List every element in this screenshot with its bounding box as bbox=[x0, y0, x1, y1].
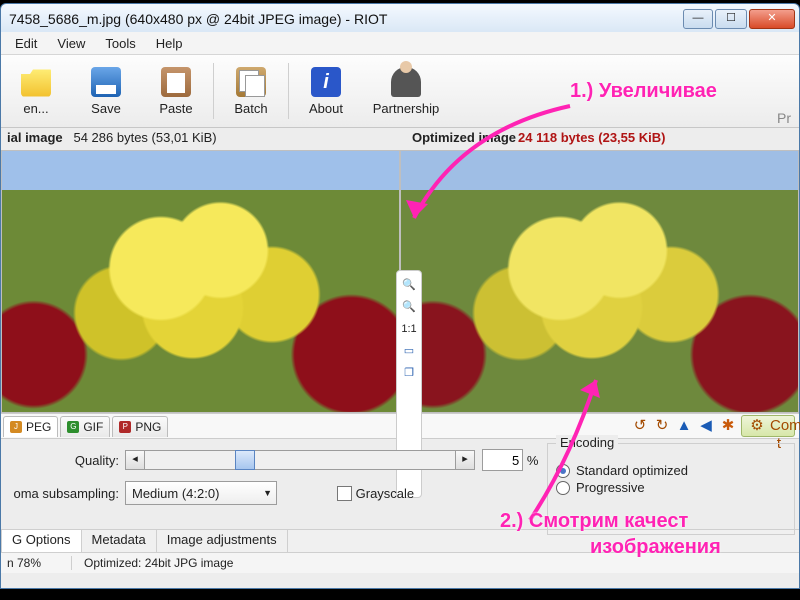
grayscale-label: Grayscale bbox=[356, 486, 415, 501]
chroma-label: oma subsampling: bbox=[7, 486, 119, 501]
slider-thumb[interactable] bbox=[235, 450, 255, 470]
tab-jpeg[interactable]: JPEG bbox=[3, 416, 58, 437]
save-button[interactable]: Save bbox=[71, 55, 141, 127]
rotate-cw-icon[interactable]: ↻ bbox=[653, 417, 671, 435]
minimize-button[interactable]: — bbox=[683, 9, 713, 29]
tab-gif-label: GIF bbox=[83, 420, 103, 434]
flip-v-icon[interactable]: ◀ bbox=[697, 417, 715, 435]
annotation-2: 2.) Смотрим качест bbox=[500, 510, 688, 533]
about-button[interactable]: i About bbox=[291, 55, 361, 127]
quality-label: Quality: bbox=[7, 453, 119, 468]
compress-label: Compress t bbox=[770, 417, 788, 435]
flip-h-icon[interactable]: ▲ bbox=[675, 417, 693, 435]
quality-slider[interactable]: ◂ ▸ bbox=[125, 450, 475, 470]
dual-view-button[interactable]: ❐ bbox=[400, 365, 418, 381]
compress-button[interactable]: ⚙ Compress t bbox=[741, 415, 795, 437]
save-icon bbox=[91, 67, 121, 97]
annotation-arrow-2 bbox=[500, 370, 620, 530]
menu-view[interactable]: View bbox=[47, 34, 95, 53]
initial-image-pane[interactable] bbox=[1, 150, 400, 413]
batch-label: Batch bbox=[234, 101, 267, 116]
paste-label: Paste bbox=[159, 101, 192, 116]
pr-label: Pr bbox=[777, 110, 791, 126]
paste-icon bbox=[161, 67, 191, 97]
batch-icon bbox=[236, 67, 266, 97]
initial-image-label: ial image bbox=[7, 130, 63, 145]
tab-png[interactable]: PPNG bbox=[112, 416, 168, 437]
tab-image-adjustments[interactable]: Image adjustments bbox=[157, 530, 288, 552]
menu-bar: Edit View Tools Help bbox=[1, 32, 799, 55]
slider-track[interactable] bbox=[145, 450, 455, 470]
batch-button[interactable]: Batch bbox=[216, 55, 286, 127]
save-label: Save bbox=[91, 101, 121, 116]
compress-icon: ⚙ bbox=[748, 417, 766, 435]
annotation-2b: изображения bbox=[590, 536, 721, 559]
grayscale-checkbox[interactable] bbox=[337, 486, 352, 501]
zoom-out-icon[interactable]: 🔍 bbox=[400, 299, 418, 315]
toolbar-separator bbox=[213, 63, 214, 119]
about-icon: i bbox=[311, 67, 341, 97]
chroma-value: Medium (4:2:0) bbox=[132, 486, 219, 501]
slider-dec-button[interactable]: ◂ bbox=[125, 450, 145, 470]
window-title: 7458_5686_m.jpg (640x480 px @ 24bit JPEG… bbox=[1, 11, 683, 27]
chevron-down-icon: ▼ bbox=[263, 488, 272, 498]
zoom-actual-button[interactable]: 1:1 bbox=[400, 321, 418, 337]
rotate-ccw-icon[interactable]: ↺ bbox=[631, 417, 649, 435]
status-zoom: n 78% bbox=[7, 556, 41, 570]
open-button[interactable]: en... bbox=[1, 55, 71, 127]
tab-gif[interactable]: GGIF bbox=[60, 416, 110, 437]
image-op-toolbar: ↺ ↻ ▲ ◀ ✱ ⚙ Compress t bbox=[631, 415, 795, 437]
menu-tools[interactable]: Tools bbox=[95, 34, 145, 53]
tab-jpeg-label: PEG bbox=[26, 420, 51, 434]
folder-icon bbox=[21, 67, 51, 97]
settings-icon[interactable]: ✱ bbox=[719, 417, 737, 435]
toolbar-separator bbox=[288, 63, 289, 119]
close-button[interactable]: ✕ bbox=[749, 9, 795, 29]
slider-inc-button[interactable]: ▸ bbox=[455, 450, 475, 470]
person-icon bbox=[391, 67, 421, 97]
annotation-arrow-1 bbox=[400, 100, 610, 240]
window-titlebar: 7458_5686_m.jpg (640x480 px @ 24bit JPEG… bbox=[0, 3, 800, 33]
about-label: About bbox=[309, 101, 343, 116]
zoom-fit-button[interactable]: ▭ bbox=[400, 343, 418, 359]
initial-image-size: 54 286 bytes (53,01 KiB) bbox=[73, 130, 216, 145]
tab-png-label: PNG bbox=[135, 420, 161, 434]
tab-metadata[interactable]: Metadata bbox=[82, 530, 157, 552]
menu-edit[interactable]: Edit bbox=[5, 34, 47, 53]
paste-button[interactable]: Paste bbox=[141, 55, 211, 127]
chroma-select[interactable]: Medium (4:2:0) ▼ bbox=[125, 481, 277, 505]
menu-help[interactable]: Help bbox=[146, 34, 193, 53]
open-label: en... bbox=[23, 101, 48, 116]
annotation-1: 1.) Увеличивае bbox=[570, 80, 717, 103]
zoom-in-icon[interactable]: 🔍 bbox=[400, 277, 418, 293]
tab-jpeg-options[interactable]: G Options bbox=[1, 529, 82, 552]
maximize-button[interactable]: ☐ bbox=[715, 9, 747, 29]
status-info: Optimized: 24bit JPG image bbox=[71, 556, 233, 570]
